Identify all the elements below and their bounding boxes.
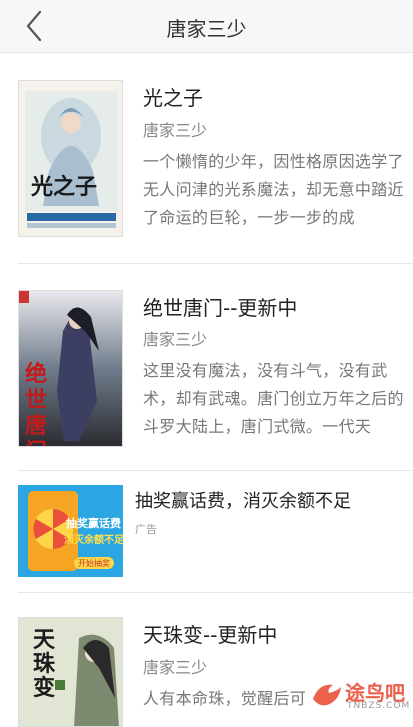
cover-title-text: 光之子: [31, 174, 98, 200]
ad-banner-image[interactable]: 抽奖赢话费 消灭余额不足 开始抽奖: [18, 485, 123, 577]
bird-logo-icon: [313, 684, 341, 706]
watermark-subtext: TNBZS.COM: [347, 701, 411, 711]
book-description: 这里没有魔法，没有斗气，没有武术，却有武魂。唐门创立万年之后的斗罗大陆上，唐门式…: [143, 361, 404, 436]
book-item-jueshitangmen[interactable]: 绝世唐门 绝世唐门--更新中 唐家三少 这里没有魔法，没有斗气，没有武术，却有武…: [0, 264, 413, 447]
cover-title-text: 天珠变: [33, 627, 56, 701]
cover-title-text: 绝世唐门: [25, 361, 48, 446]
book-author: 唐家三少: [143, 330, 208, 349]
page-title: 唐家三少: [166, 17, 247, 41]
book-title[interactable]: 天珠变--更新中: [143, 619, 277, 648]
book-author: 唐家三少: [143, 121, 208, 140]
ad-tag: 广告: [135, 523, 157, 536]
ad-title[interactable]: 抽奖赢话费，消灭余额不足: [135, 487, 351, 513]
book-title[interactable]: 光之子: [143, 82, 203, 111]
book-description: 一个懒惰的少年，因性格原因选学了无人问津的光系魔法，却无意中踏近了命运的巨轮，一…: [143, 152, 404, 227]
book-cover[interactable]: 绝世唐门: [18, 290, 123, 447]
book-cover[interactable]: 光之子: [18, 80, 123, 237]
book-item-guangzhizi[interactable]: 光之子 光之子 唐家三少 一个懒惰的少年，因性格原因选学了无人问津的光系魔法，却…: [0, 52, 413, 237]
book-title[interactable]: 绝世唐门--更新中: [143, 292, 297, 321]
ad-banner-button: 开始抽奖: [78, 559, 110, 568]
book-cover[interactable]: 天珠变: [18, 617, 123, 727]
watermark-logo: 途鸟吧 TNBZS.COM: [307, 677, 411, 713]
book-author: 唐家三少: [143, 658, 208, 677]
header-bar: 唐家三少: [0, 0, 413, 53]
ad-item[interactable]: 抽奖赢话费 消灭余额不足 开始抽奖 抽奖赢话费，消灭余额不足 广告: [0, 471, 413, 591]
ad-banner-line2: 消灭余额不足: [64, 535, 123, 546]
ad-banner-line1: 抽奖赢话费: [66, 517, 121, 530]
